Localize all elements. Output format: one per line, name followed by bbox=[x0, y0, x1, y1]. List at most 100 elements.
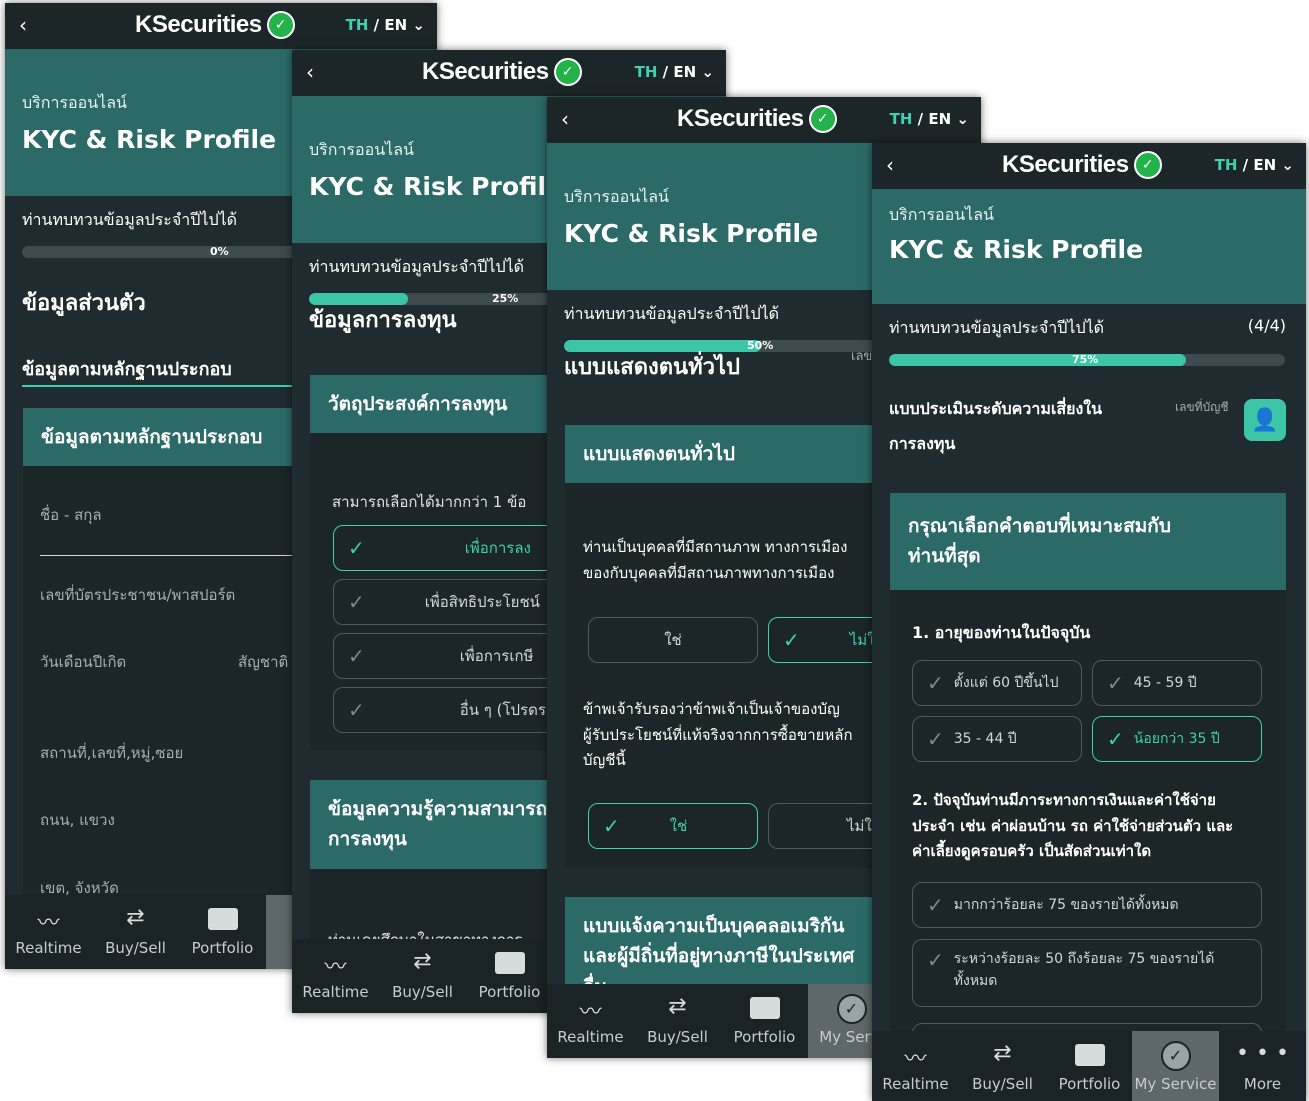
nav-portfolio[interactable]: Portfolio bbox=[721, 984, 808, 1058]
page-title: KYC & Risk Profile bbox=[309, 172, 564, 201]
page-title: KYC & Risk Profile bbox=[564, 219, 819, 248]
expense-option-50-75[interactable]: ✓ ระหว่างร้อยละ 50 ถึงร้อยละ 75 ของรายได้… bbox=[912, 939, 1262, 1007]
birthdate-field[interactable]: วันเดือนปีเกิด bbox=[40, 650, 126, 674]
kbank-logo-icon: ✓ bbox=[808, 105, 837, 133]
chevron-down-icon: ⌄ bbox=[1281, 156, 1294, 174]
tab-evidence-info[interactable]: ข้อมูลตามหลักฐานประกอบ bbox=[22, 355, 232, 386]
age-option-35-44[interactable]: ✓ 35 - 44 ปี bbox=[912, 716, 1082, 762]
progress-percent: 25% bbox=[492, 293, 519, 305]
progress-label: ท่านทบทวนข้อมูลประจำปีไปได้ bbox=[564, 304, 780, 323]
kbank-logo-icon: ✓ bbox=[1133, 151, 1162, 179]
chart-line-icon: 〰 bbox=[37, 911, 60, 936]
language-switcher[interactable]: TH / EN ⌄ bbox=[890, 110, 969, 128]
multi-select-hint: สามารถเลือกได้มากกว่า 1 ข้อ bbox=[332, 493, 527, 511]
nav-realtime[interactable]: 〰 Realtime bbox=[292, 939, 379, 1013]
language-switcher[interactable]: TH / EN ⌄ bbox=[346, 16, 425, 34]
nav-my-service[interactable]: ✓ My Service bbox=[1132, 1031, 1219, 1101]
check-icon: ✓ bbox=[927, 727, 944, 751]
section-title: แบบประเมินระดับความเสี่ยงใน การลงทุน bbox=[889, 399, 1103, 454]
back-icon[interactable]: ‹ bbox=[886, 153, 894, 177]
kbank-logo-icon: ✓ bbox=[553, 58, 582, 86]
top-bar: ‹ KSecurities ✓ TH / EN ⌄ bbox=[292, 50, 726, 96]
political-question: ท่านเป็นบุคคลที่มีสถานภาพ ทางการเมือง ของ… bbox=[583, 538, 848, 582]
age-option-45-59[interactable]: ✓ 45 - 59 ปี bbox=[1092, 660, 1262, 706]
service-subtitle: บริการออนไลน์ bbox=[309, 140, 414, 159]
check-icon: ✓ bbox=[1107, 671, 1124, 695]
kbank-logo-icon: ✓ bbox=[266, 11, 295, 39]
question-age: 1. อายุของท่านในปัจจุบัน bbox=[912, 623, 1091, 642]
language-switcher[interactable]: TH / EN ⌄ bbox=[635, 63, 714, 81]
nav-portfolio[interactable]: Portfolio bbox=[179, 895, 266, 969]
back-icon[interactable]: ‹ bbox=[19, 13, 27, 37]
expense-option-over-75[interactable]: ✓ มากกว่าร้อยละ 75 ของรายได้ทั้งหมด bbox=[912, 882, 1262, 928]
nav-portfolio[interactable]: Portfolio bbox=[1046, 1031, 1133, 1101]
back-icon[interactable]: ‹ bbox=[561, 107, 569, 131]
service-subtitle: บริการออนไลน์ bbox=[889, 205, 994, 224]
age-option-under-35[interactable]: ✓ น้อยกว่า 35 ปี bbox=[1092, 716, 1262, 762]
political-yes-button[interactable]: ใช่ bbox=[588, 617, 758, 663]
check-icon: ✓ bbox=[783, 628, 800, 652]
progress-percent: 50% bbox=[747, 340, 774, 352]
screen-risk-assessment: ‹ KSecurities ✓ TH / EN ⌄ บริการออนไลน์ … bbox=[872, 143, 1306, 1101]
page-title: KYC & Risk Profile bbox=[889, 235, 1144, 264]
brand-logo: KSecurities ✓ bbox=[135, 11, 295, 39]
page-title: KYC & Risk Profile bbox=[22, 125, 277, 154]
age-option-60-plus[interactable]: ✓ ตั้งแต่ 60 ปีขึ้นไป bbox=[912, 660, 1082, 706]
card-header: กรุณาเลือกคำตอบที่เหมาะสมกับ ท่านที่สุด bbox=[890, 493, 1286, 590]
nav-realtime[interactable]: 〰 Realtime bbox=[872, 1031, 959, 1101]
progress-bar: 75% bbox=[889, 354, 1285, 366]
brand-text: KSecurities bbox=[677, 105, 804, 132]
chart-line-icon: 〰 bbox=[904, 1047, 927, 1072]
progress-label: ท่านทบทวนข้อมูลประจำปีไปได้ bbox=[889, 318, 1105, 337]
check-icon: ✓ bbox=[348, 698, 365, 722]
top-bar: ‹ KSecurities ✓ TH / EN ⌄ bbox=[547, 97, 981, 143]
nav-more[interactable]: • • • More bbox=[1219, 1031, 1306, 1101]
language-switcher[interactable]: TH / EN ⌄ bbox=[1215, 156, 1294, 174]
section-title: ข้อมูลส่วนตัว bbox=[22, 291, 146, 316]
account-label: เลข bbox=[851, 349, 873, 364]
beneficiary-yes-button[interactable]: ✓ ใช่ bbox=[588, 803, 758, 849]
top-bar: ‹ KSecurities ✓ TH / EN ⌄ bbox=[872, 143, 1306, 189]
user-icon[interactable]: 👤 bbox=[1244, 399, 1286, 441]
brand-text: KSecurities bbox=[422, 58, 549, 85]
brand-logo: KSecurities ✓ bbox=[1002, 151, 1162, 179]
section-title: ข้อมูลการลงทุน bbox=[309, 308, 457, 333]
nav-portfolio[interactable]: Portfolio bbox=[466, 939, 553, 1013]
swap-arrows-icon: ⇄ bbox=[993, 1041, 1012, 1066]
progress-percent: 75% bbox=[1072, 354, 1099, 366]
folder-icon bbox=[466, 949, 553, 977]
progress-fill bbox=[889, 354, 1186, 366]
address-field[interactable]: สถานที่,เลขที่,หมู่,ซอย bbox=[40, 741, 183, 765]
swap-arrows-icon: ⇄ bbox=[126, 905, 145, 930]
service-subtitle: บริการออนไลน์ bbox=[564, 187, 669, 206]
check-icon: ✓ bbox=[927, 671, 944, 695]
road-field[interactable]: ถนน, แขวง bbox=[40, 808, 115, 832]
nav-buysell[interactable]: ⇄ Buy/Sell bbox=[634, 984, 721, 1058]
nav-realtime[interactable]: 〰 Realtime bbox=[547, 984, 634, 1058]
beneficiary-question: ข้าพเจ้ารับรองว่าข้าพเจ้าเป็นเจ้าของบัญผ… bbox=[583, 700, 853, 769]
section-title: แบบแสดงตนทั่วไป bbox=[564, 355, 740, 380]
progress-label: ท่านทบทวนข้อมูลประจำปีไปได้ bbox=[309, 257, 525, 276]
nationality-field[interactable]: สัญชาติ bbox=[238, 650, 288, 674]
service-subtitle: บริการออนไลน์ bbox=[22, 93, 127, 112]
swap-arrows-icon: ⇄ bbox=[668, 994, 687, 1019]
name-field[interactable]: ชื่อ - สกุล bbox=[40, 503, 102, 527]
service-icon: ✓ bbox=[1132, 1041, 1219, 1071]
header-banner: บริการออนไลน์ KYC & Risk Profile bbox=[872, 189, 1306, 304]
tab-underline bbox=[22, 385, 302, 387]
nav-buysell[interactable]: ⇄ Buy/Sell bbox=[92, 895, 179, 969]
chevron-down-icon: ⌄ bbox=[412, 16, 425, 34]
brand-text: KSecurities bbox=[135, 11, 262, 38]
id-passport-field[interactable]: เลขที่บัตรประชาชน/พาสปอร์ต bbox=[40, 583, 235, 607]
chevron-down-icon: ⌄ bbox=[701, 63, 714, 81]
bottom-nav: 〰 Realtime ⇄ Buy/Sell Portfolio ✓ My Servic… bbox=[872, 1031, 1306, 1101]
nav-buysell[interactable]: ⇄ Buy/Sell bbox=[379, 939, 466, 1013]
folder-icon bbox=[1046, 1041, 1133, 1069]
nav-buysell[interactable]: ⇄ Buy/Sell bbox=[959, 1031, 1046, 1101]
nav-realtime[interactable]: 〰 Realtime bbox=[5, 895, 92, 969]
folder-icon bbox=[721, 994, 808, 1022]
check-icon: ✓ bbox=[348, 590, 365, 614]
brand-logo: KSecurities ✓ bbox=[422, 58, 582, 86]
back-icon[interactable]: ‹ bbox=[306, 60, 314, 84]
check-icon: ✓ bbox=[348, 644, 365, 668]
